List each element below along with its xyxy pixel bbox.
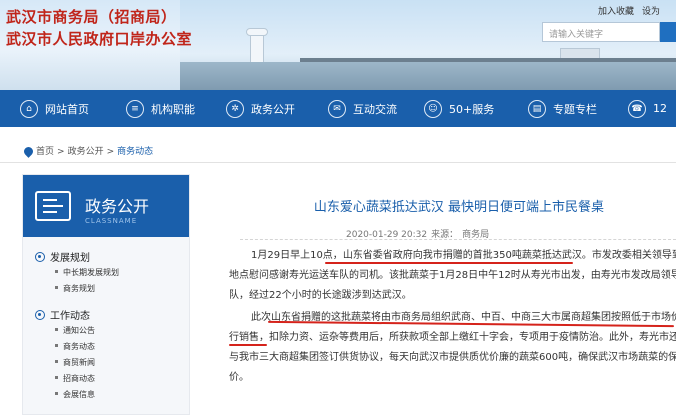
annotation-underline xyxy=(325,262,573,264)
nav-label: 12 xyxy=(653,102,667,115)
home-icon: ⌂ xyxy=(20,99,38,118)
sidebar-item-trade-news[interactable]: 商贸新闻 xyxy=(55,357,95,368)
site-title-line1: 武汉市商务局（招商局） xyxy=(6,8,177,26)
site-title-line2: 武汉市人民政府口岸办公室 xyxy=(6,30,193,48)
sidebar: 政务公开 CLASSNAME 发展规划 中长期发展规划 商务规划 工作动态 通知… xyxy=(22,174,190,415)
divider xyxy=(0,162,676,163)
sidebar-item-investment[interactable]: 招商动态 xyxy=(55,373,95,384)
nav-label: 机构职能 xyxy=(151,102,195,116)
location-icon xyxy=(22,145,35,158)
paragraph2-line3: 与我市三大商超集团签订供货协议，每天向武汉市提供质优价廉的蔬菜600吨，确保武汉… xyxy=(229,352,676,363)
phone-icon: ☎ xyxy=(628,99,646,118)
paragraph2-line4: 价。 xyxy=(229,372,249,383)
nav-item-gov[interactable]: ✲ 政务公开 xyxy=(226,90,295,127)
org-icon: ≡ xyxy=(126,99,144,118)
set-homepage-link[interactable]: 设为 xyxy=(642,7,660,17)
search-input[interactable]: 请输入关键字 xyxy=(542,22,660,42)
service-icon: ☺ xyxy=(424,99,442,118)
sidebar-section-planning[interactable]: 发展规划 xyxy=(35,249,90,264)
breadcrumb-current[interactable]: 商务动态 xyxy=(117,147,153,157)
highlighted-text: 山东省委省政府向我市捐赠的首批350吨蔬菜抵达武汉 xyxy=(342,250,582,261)
highlighted-text: 行销售 xyxy=(229,332,259,343)
annotation-underline xyxy=(229,344,267,346)
main-nav: ⌂ 网站首页 ≡ 机构职能 ✲ 政务公开 ✉ 互动交流 ☺ 50+服务 ▤ 专题… xyxy=(0,90,676,127)
document-list-icon xyxy=(35,191,71,221)
paragraph1-line3: 队，经过22个小时的长途跋涉到达武汉。 xyxy=(229,290,412,301)
add-favorite-link[interactable]: 加入收藏 xyxy=(598,7,634,17)
nav-item-hotline[interactable]: ☎ 12 xyxy=(628,90,667,127)
nav-label: 50+服务 xyxy=(449,102,495,116)
sidebar-title: 政务公开 xyxy=(85,197,150,216)
sidebar-item-commerce-news[interactable]: 商务动态 xyxy=(55,341,95,352)
nav-label: 网站首页 xyxy=(45,102,89,116)
paragraph2-line2: 行销售，扣除力资、运杂等费用后，所获款项全部上缴红十字会，专项用于疫情防治。此外… xyxy=(229,328,676,348)
sidebar-section-label: 发展规划 xyxy=(50,253,90,264)
breadcrumb-home[interactable]: 首页 xyxy=(36,147,54,157)
nav-label: 专题专栏 xyxy=(553,102,597,116)
nav-item-org[interactable]: ≡ 机构职能 xyxy=(126,90,195,127)
gear-icon: ✲ xyxy=(226,99,244,118)
sidebar-item-long-term-plan[interactable]: 中长期发展规划 xyxy=(55,267,119,278)
nav-item-service[interactable]: ☺ 50+服务 xyxy=(424,90,494,127)
nav-item-interact[interactable]: ✉ 互动交流 xyxy=(328,90,397,127)
target-icon xyxy=(35,251,45,262)
text: ，扣除力资、运杂等费用后，所获款项全部上缴红十字会，专项用于疫情防治。此外，寿光… xyxy=(259,332,676,343)
breadcrumb-separator: > xyxy=(57,147,65,157)
river xyxy=(180,62,676,90)
sidebar-subtitle: CLASSNAME xyxy=(85,217,138,225)
sidebar-section-label: 工作动态 xyxy=(50,311,90,322)
breadcrumb-gov[interactable]: 政务公开 xyxy=(68,147,104,157)
sidebar-section-work[interactable]: 工作动态 xyxy=(35,307,90,322)
chat-icon: ✉ xyxy=(328,99,346,118)
topic-icon: ▤ xyxy=(528,99,546,118)
tower-top xyxy=(246,28,268,36)
nav-label: 政务公开 xyxy=(251,102,295,116)
tower-building xyxy=(250,34,264,64)
sidebar-item-notices[interactable]: 通知公告 xyxy=(55,325,95,336)
sidebar-item-exhibitions[interactable]: 会展信息 xyxy=(55,389,95,400)
breadcrumb-separator: > xyxy=(106,147,115,157)
breadcrumb: 首页 > 政务公开 > 商务动态 xyxy=(22,144,156,158)
nav-item-topic[interactable]: ▤ 专题专栏 xyxy=(528,90,597,127)
text: 1月29日早上10点， xyxy=(251,250,343,261)
nav-label: 互动交流 xyxy=(353,102,397,116)
sidebar-header: 政务公开 CLASSNAME xyxy=(23,175,189,237)
site-header: 武汉市商务局（招商局） 武汉市人民政府口岸办公室 加入收藏 设为 请输入关键字 xyxy=(0,0,676,90)
top-links: 加入收藏 设为 xyxy=(598,4,668,17)
article-title: 山东爱心蔬菜抵达武汉 最快明日便可端上市民餐桌 xyxy=(313,200,605,215)
text: 。市发改委相关领导到交接 xyxy=(581,250,676,261)
target-icon xyxy=(35,309,45,320)
paragraph1-line2: 地点慰问感谢寿光运送车队的司机。该批蔬菜于1月28日中午12时从寿光市出发，由寿… xyxy=(229,270,676,281)
sidebar-item-commerce-plan[interactable]: 商务规划 xyxy=(55,283,95,294)
meta-divider xyxy=(240,239,676,240)
nav-item-home[interactable]: ⌂ 网站首页 xyxy=(20,90,89,127)
search-button[interactable] xyxy=(660,22,676,42)
